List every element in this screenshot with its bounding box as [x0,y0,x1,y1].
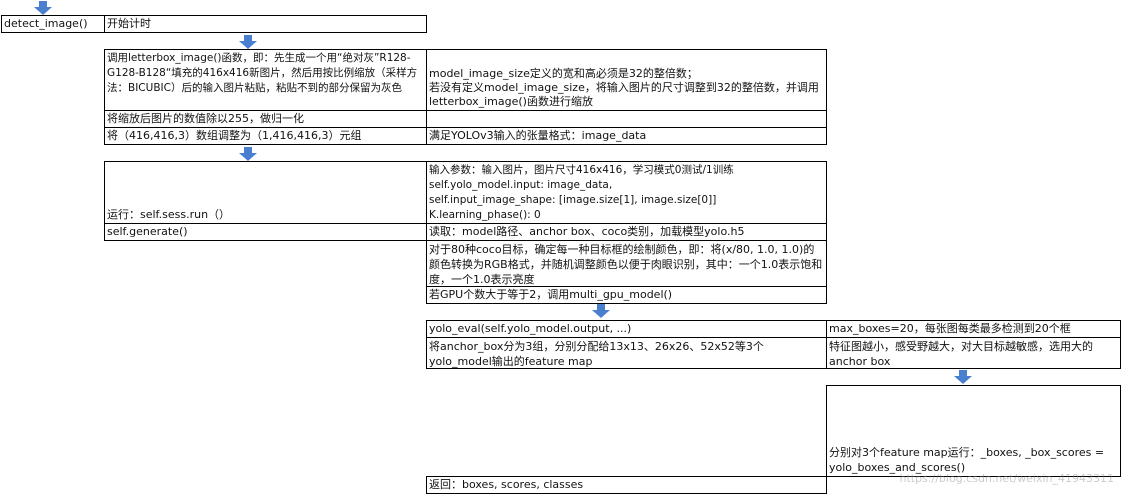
anchor-groups-text: 将anchor_box分为3组，分别分配给13x13、26x26、52x52等3… [429,340,764,368]
boxes-and-scores-text: 分别对3个feature map运行：_boxes, _box_scores =… [829,446,1108,474]
down-arrow-icon [34,1,52,15]
feature-map-note-cell: 特征图越小，感受野越大，对大目标越敏感，选用大的anchor box [826,337,1121,369]
detect-image-cell: detect_image() [1,15,105,33]
return-cell: 返回：boxes, scores, classes [426,476,827,494]
read-model-text: 读取：model路径、anchor box、coco类别，加载模型yolo.h5 [429,225,745,238]
model-image-size-cell: model_image_size定义的宽和高必须是32的整倍数； 若没有定义mo… [426,49,827,111]
start-timer-label: 开始计时 [107,17,151,30]
down-arrow-icon [592,304,610,318]
sess-run-cell: 运行：self.sess.run（） [104,161,427,224]
anchor-groups-cell: 将anchor_box分为3组，分别分配给13x13、26x26、52x52等3… [426,337,827,369]
read-model-cell: 读取：model路径、anchor box、coco类别，加载模型yolo.h5 [426,223,827,241]
down-arrow-icon [239,35,257,49]
input-params-cell: 输入参数：输入图片，图片尺寸416x416，学习模式0测试/1训练 self.y… [426,161,827,224]
tensor-format-text: 满足YOLOv3输入的张量格式：image_data [429,129,647,142]
tensor-format-cell: 满足YOLOv3输入的张量格式：image_data [426,127,827,145]
multi-gpu-cell: 若GPU个数大于等于2，调用multi_gpu_model() [426,286,827,304]
model-image-size-text: model_image_size定义的宽和高必须是32的整倍数； 若没有定义mo… [429,67,819,108]
down-arrow-icon [239,147,257,161]
boxes-and-scores-cell: 分别对3个feature map运行：_boxes, _box_scores =… [826,385,1121,477]
yolo-eval-cell: yolo_eval(self.yolo_model.output, ...) [426,320,827,338]
max-boxes-text: max_boxes=20，每张图每类最多检测到20个框 [829,322,1071,335]
generate-cell: self.generate() [104,223,427,241]
detect-image-label: detect_image() [4,17,88,30]
letterbox-description-text: 调用letterbox_image()函数，即：先生成一个用“绝对灰”R128-… [107,52,418,94]
box-colors-cell: 对于80种coco目标，确定每一种目标框的绘制颜色，即：将(x/80, 1.0,… [426,240,827,287]
reshape-cell: 将（416,416,3）数组调整为（1,416,416,3）元组 [104,127,427,145]
normalize-cell: 将缩放后图片的数值除以255，做归一化 [104,110,427,128]
start-timer-cell: 开始计时 [104,15,427,33]
reshape-text: 将（416,416,3）数组调整为（1,416,416,3）元组 [107,129,362,142]
sess-run-text: 运行：self.sess.run（） [107,208,231,221]
input-params-text: 输入参数：输入图片，图片尺寸416x416，学习模式0测试/1训练 self.y… [429,164,734,221]
generate-text: self.generate() [107,225,188,238]
feature-map-note-text: 特征图越小，感受野越大，对大目标越敏感，选用大的anchor box [829,340,1093,368]
box-colors-text: 对于80种coco目标，确定每一种目标框的绘制颜色，即：将(x/80, 1.0,… [429,243,823,286]
letterbox-description-cell: 调用letterbox_image()函数，即：先生成一个用“绝对灰”R128-… [104,49,427,111]
normalize-text: 将缩放后图片的数值除以255，做归一化 [107,112,304,125]
down-arrow-icon [954,370,972,384]
normalize-right-empty-cell [426,110,827,128]
yolo-eval-text: yolo_eval(self.yolo_model.output, ...) [429,322,632,335]
multi-gpu-text: 若GPU个数大于等于2，调用multi_gpu_model() [429,288,673,301]
watermark: https://blog.csdn.net/weixin_41943311 [899,472,1114,485]
max-boxes-cell: max_boxes=20，每张图每类最多检测到20个框 [826,320,1121,338]
return-text: 返回：boxes, scores, classes [429,478,584,491]
